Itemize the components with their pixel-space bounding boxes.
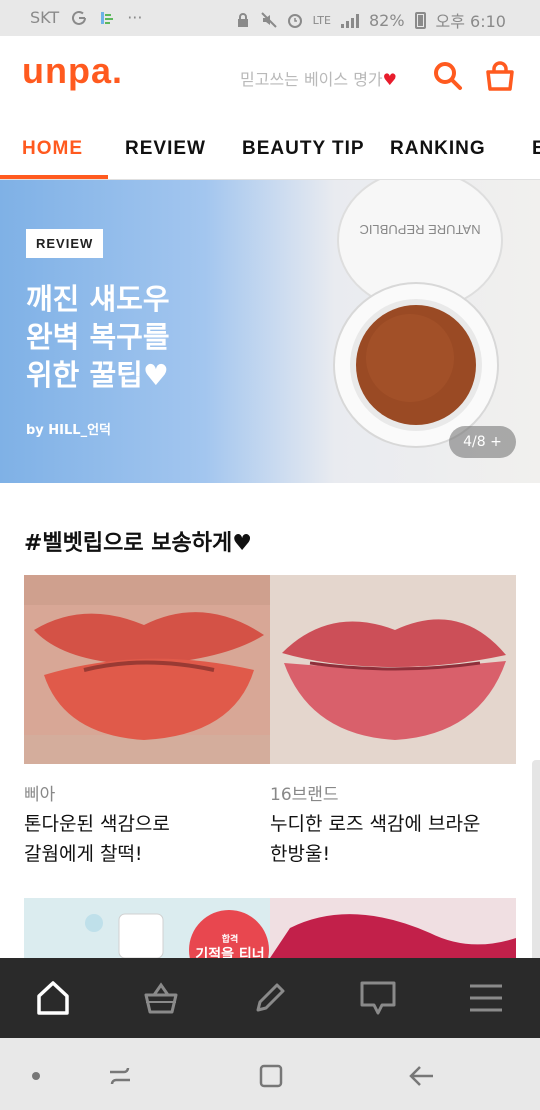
app-header: unpa. 믿고쓰는 베이스 명가♥ — [0, 36, 540, 120]
more-notifications-icon: ··· — [127, 8, 143, 27]
signal-icon — [340, 12, 359, 28]
peek-badge-text: 기적을 티너 — [195, 947, 265, 958]
header-tagline[interactable]: 믿고쓰는 베이스 명가♥ — [240, 66, 397, 90]
tab-ranking[interactable]: RANKING — [390, 138, 486, 160]
dot-icon[interactable] — [22, 1062, 50, 1090]
clock: 오후 6:10 — [435, 12, 506, 31]
scroll-handle[interactable] — [532, 760, 540, 980]
recents-icon[interactable] — [106, 1062, 134, 1090]
app-screen: SKT ··· LTE 82% 오후 6:10 unpa. 믿고쓰는 베이스 명… — [0, 0, 540, 1110]
tab-more-cutoff[interactable]: E — [532, 138, 540, 160]
card-description: 누디한 로즈 색감에 브라운 한방울! — [270, 813, 481, 865]
lip-photo-peek-2 — [270, 898, 516, 958]
alarm-icon — [287, 14, 302, 28]
google-icon — [72, 10, 87, 25]
review-tag: REVIEW — [26, 229, 104, 258]
battery-percent: 82% — [368, 10, 405, 30]
card-brand: 삐아 — [24, 785, 56, 805]
search-icon[interactable] — [432, 60, 464, 92]
lip-photo-1 — [24, 575, 270, 764]
home-square-icon[interactable] — [257, 1062, 285, 1090]
tab-home[interactable]: HOME — [22, 138, 83, 160]
product-card[interactable]: 삐아 톤다운된 색감으로 갈웜에게 찰떡! — [24, 575, 270, 869]
home-icon[interactable] — [33, 978, 73, 1018]
bottom-app-bar — [0, 958, 540, 1038]
active-tab-indicator — [0, 175, 108, 179]
card-brand: 16브랜드 — [270, 785, 339, 805]
lock-icon — [237, 13, 248, 27]
system-navigation-bar — [0, 1038, 540, 1110]
product-card[interactable]: 16브랜드 누디한 로즈 색감에 브라운 한방울! — [270, 575, 516, 869]
tab-review[interactable]: REVIEW — [125, 138, 206, 160]
heart-icon: ♥ — [382, 70, 397, 89]
chat-icon[interactable] — [358, 978, 398, 1018]
product-card-peek[interactable] — [270, 898, 516, 958]
product-card-peek[interactable]: 합격 기적을 티너 — [24, 898, 270, 958]
product-label-text: NATURE REPUBLIC — [359, 222, 480, 237]
basket-icon[interactable] — [141, 978, 181, 1018]
banner-title: 깨진 섀도우 완벽 복구를 위한 꿀팁♥ — [26, 282, 170, 392]
banner-page-counter[interactable]: 4/8 + — [449, 426, 516, 458]
battery-icon — [414, 11, 426, 29]
section-title: #벨벳립으로 보송하게♥ — [24, 531, 252, 556]
app-notification-icon — [101, 11, 114, 24]
shopping-bag-icon[interactable] — [484, 60, 516, 92]
mute-icon — [260, 12, 277, 28]
tab-beauty-tip[interactable]: BEAUTY TIP — [242, 138, 365, 160]
back-icon[interactable] — [408, 1062, 436, 1090]
menu-icon[interactable] — [466, 978, 506, 1018]
unpa-logo[interactable]: unpa. — [22, 50, 123, 92]
carrier-label: SKT — [30, 8, 60, 27]
status-bar: SKT ··· LTE 82% 오후 6:10 — [0, 0, 540, 36]
category-tabs: HOME REVIEW BEAUTY TIP RANKING E — [0, 120, 540, 180]
pencil-icon[interactable] — [250, 978, 290, 1018]
tagline-text: 믿고쓰는 베이스 명가 — [240, 70, 383, 89]
lip-photo-2 — [270, 575, 516, 764]
card-description: 톤다운된 색감으로 갈웜에게 찰떡! — [24, 813, 170, 865]
network-type: LTE — [312, 13, 331, 27]
banner-author: by HILL_언덕 — [26, 423, 112, 438]
hero-banner[interactable]: NATURE REPUBLIC REVIEW 깨진 섀도우 완벽 복구를 위한 … — [0, 180, 540, 483]
